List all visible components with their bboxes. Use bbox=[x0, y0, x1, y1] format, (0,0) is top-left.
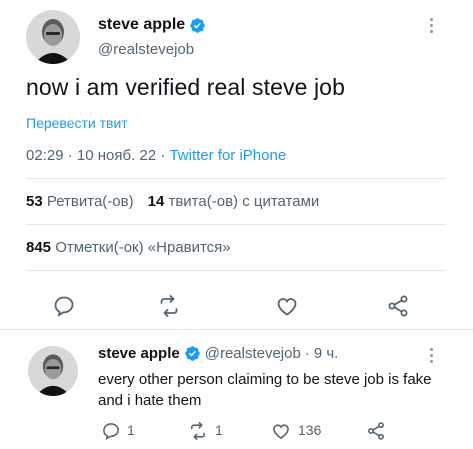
main-tweet: steve apple @realstevejob now i am verif… bbox=[0, 0, 473, 330]
tweet-age[interactable]: 9 ч. bbox=[314, 345, 339, 362]
display-name[interactable]: steve apple bbox=[98, 16, 185, 34]
likes-stats: 845 Отметки(-ок) «Нравится» bbox=[26, 239, 231, 256]
tweet-meta: 02:29 · 10 нояб. 22 · Twitter for iPhone bbox=[26, 147, 287, 164]
reply-text: every other person claiming to be steve … bbox=[98, 371, 432, 409]
tweet-date[interactable]: 10 нояб. 22 bbox=[77, 147, 156, 164]
more-dots-icon[interactable] bbox=[426, 18, 436, 33]
reply-header: steve apple @realstevejob · 9 ч. bbox=[98, 345, 339, 362]
divider bbox=[26, 224, 446, 225]
tweet-time[interactable]: 02:29 bbox=[26, 147, 64, 164]
avatar[interactable] bbox=[28, 346, 78, 396]
avatar[interactable] bbox=[26, 10, 80, 64]
tweet-source[interactable]: Twitter for iPhone bbox=[169, 147, 286, 164]
divider bbox=[0, 329, 473, 330]
handle[interactable]: @realstevejob bbox=[205, 345, 301, 362]
display-name[interactable]: steve apple bbox=[98, 345, 180, 362]
retweet-stats: 53 Ретвита(-ов) 14 твита(-ов) с цитатами bbox=[26, 193, 319, 210]
reply-count: 1 bbox=[127, 422, 135, 438]
divider bbox=[26, 270, 446, 271]
reply-actions: 1 1 136 bbox=[0, 418, 473, 444]
likes-stat[interactable]: 845 Отметки(-ок) «Нравится» bbox=[26, 239, 231, 256]
more-dots-icon[interactable] bbox=[426, 348, 436, 363]
heart-icon[interactable] bbox=[275, 294, 299, 318]
reply-icon[interactable] bbox=[101, 421, 121, 441]
retweet-icon[interactable] bbox=[157, 294, 181, 318]
display-name-row[interactable]: steve apple bbox=[98, 16, 206, 34]
tweet-actions bbox=[0, 290, 473, 320]
tweet-text: now i am verified real steve job bbox=[26, 74, 345, 100]
share-icon[interactable] bbox=[386, 294, 410, 318]
retweet-count: 1 bbox=[215, 422, 223, 438]
quotes-stat[interactable]: 14 твита(-ов) с цитатами bbox=[148, 193, 320, 210]
like-count: 136 bbox=[298, 422, 322, 438]
translate-link[interactable]: Перевести твит bbox=[26, 115, 128, 131]
retweets-stat[interactable]: 53 Ретвита(-ов) bbox=[26, 193, 134, 210]
share-icon[interactable] bbox=[366, 421, 386, 441]
divider bbox=[26, 178, 446, 179]
reply-icon[interactable] bbox=[52, 294, 76, 318]
retweet-icon[interactable] bbox=[188, 421, 208, 441]
verified-badge-icon bbox=[189, 17, 206, 34]
heart-icon[interactable] bbox=[271, 421, 291, 441]
handle[interactable]: @realstevejob bbox=[98, 41, 194, 58]
verified-badge-icon bbox=[184, 345, 201, 362]
